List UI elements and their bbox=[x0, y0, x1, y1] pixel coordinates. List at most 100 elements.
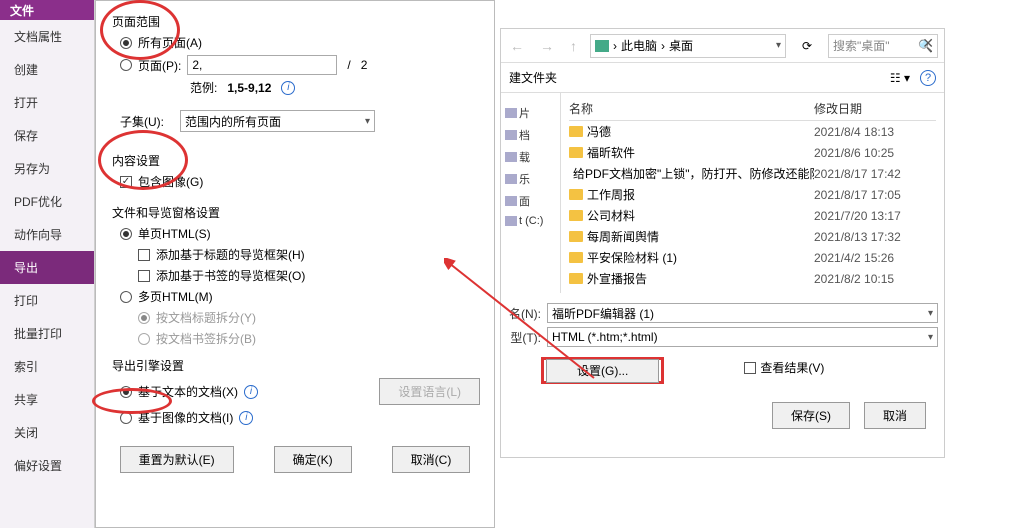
file-row[interactable]: 公司材料2021/7/20 13:17 bbox=[569, 205, 936, 226]
sidebar-item[interactable]: PDF优化 bbox=[0, 185, 94, 218]
info-icon[interactable]: i bbox=[244, 385, 258, 399]
cancel-button[interactable]: 取消 bbox=[864, 402, 926, 429]
file-row[interactable]: 外宣播报告2021/8/2 10:15 bbox=[569, 268, 936, 289]
drive-icon bbox=[505, 130, 517, 140]
close-icon[interactable]: ✕ bbox=[922, 35, 934, 52]
folder-icon bbox=[569, 126, 583, 137]
ok-button[interactable]: 确定(K) bbox=[274, 446, 352, 473]
nav-up-icon[interactable]: ↑ bbox=[567, 38, 580, 54]
sidebar-item[interactable]: 打印 bbox=[0, 284, 94, 317]
save-button[interactable]: 保存(S) bbox=[772, 402, 850, 429]
save-dialog: ✕ ← → ↑ › 此电脑 › 桌面 ▾ ⟳ 搜索"桌面"🔍 建文件夹 ☷ ▾ … bbox=[500, 28, 945, 458]
tree-item[interactable]: 片 bbox=[505, 105, 556, 121]
sidebar-item[interactable]: 动作向导 bbox=[0, 218, 94, 251]
radio-split-title bbox=[138, 312, 150, 324]
radio-single-html[interactable] bbox=[120, 228, 132, 240]
image-engine-label: 基于图像的文档(I) bbox=[138, 409, 233, 426]
include-images-checkbox[interactable] bbox=[120, 176, 132, 188]
nav-fwd-icon[interactable]: → bbox=[537, 38, 557, 54]
help-icon[interactable]: ? bbox=[920, 70, 936, 86]
split-bookmark-label: 按文档书签拆分(B) bbox=[156, 330, 256, 347]
nav-settings-title: 文件和导览窗格设置 bbox=[112, 204, 480, 221]
subset-select[interactable]: 范围内的所有页面▾ bbox=[180, 110, 375, 132]
nav-back-icon[interactable]: ← bbox=[507, 38, 527, 54]
sidebar-item[interactable]: 另存为 bbox=[0, 152, 94, 185]
filetype-select[interactable]: HTML (*.htm;*.html)▾ bbox=[547, 327, 938, 347]
info-icon[interactable]: i bbox=[281, 81, 295, 95]
file-tree[interactable]: 片档载乐面 t (C:) bbox=[501, 93, 561, 293]
all-pages-label: 所有页面(A) bbox=[138, 34, 202, 51]
content-settings-title: 内容设置 bbox=[112, 152, 480, 169]
file-list-header[interactable]: 名称修改日期 bbox=[569, 97, 936, 121]
view-result-label: 查看结果(V) bbox=[760, 359, 824, 376]
nav-headings-checkbox[interactable] bbox=[138, 249, 150, 261]
page-sep: / bbox=[347, 58, 350, 72]
radio-text-engine[interactable] bbox=[120, 386, 132, 398]
radio-multi-html[interactable] bbox=[120, 291, 132, 303]
sidebar-item[interactable]: 偏好设置 bbox=[0, 449, 94, 482]
file-row[interactable]: 冯德2021/8/4 18:13 bbox=[569, 121, 936, 142]
page-scope-title: 页面范围 bbox=[112, 13, 480, 30]
folder-icon bbox=[569, 231, 583, 242]
drive-icon bbox=[505, 108, 517, 118]
sidebar-item[interactable]: 保存 bbox=[0, 119, 94, 152]
filename-input[interactable]: 福昕PDF编辑器 (1)▾ bbox=[547, 303, 938, 323]
breadcrumb[interactable]: › 此电脑 › 桌面 ▾ bbox=[590, 34, 786, 58]
radio-all-pages[interactable] bbox=[120, 37, 132, 49]
sidebar-item[interactable]: 导出 bbox=[0, 251, 94, 284]
pages-input[interactable] bbox=[187, 55, 337, 75]
settings-button[interactable]: 设置(G)... bbox=[546, 359, 659, 383]
sidebar-item[interactable]: 文档属性 bbox=[0, 20, 94, 53]
tree-item[interactable]: t (C:) bbox=[505, 215, 556, 227]
engine-title: 导出引擎设置 bbox=[112, 357, 480, 374]
page-total: 2 bbox=[361, 58, 368, 72]
example-value: 1,5-9,12 bbox=[227, 81, 271, 95]
chevron-down-icon: ▾ bbox=[928, 308, 933, 319]
tree-item[interactable]: 档 bbox=[505, 127, 556, 143]
file-row[interactable]: 行业案例库2021/4/23 10:06 bbox=[569, 289, 936, 293]
folder-icon bbox=[569, 210, 583, 221]
sidebar-item[interactable]: 创建 bbox=[0, 53, 94, 86]
file-row[interactable]: 给PDF文档加密"上锁"，防打开、防修改还能防…2021/8/17 17:42 bbox=[569, 163, 936, 184]
annotation-box: 设置(G)... bbox=[541, 357, 664, 384]
file-row[interactable]: 平安保险材料 (1)2021/4/2 15:26 bbox=[569, 247, 936, 268]
include-images-label: 包含图像(G) bbox=[138, 173, 203, 190]
cancel-button[interactable]: 取消(C) bbox=[392, 446, 471, 473]
nav-bookmarks-label: 添加基于书签的导览框架(O) bbox=[156, 267, 305, 284]
tree-item[interactable]: 载 bbox=[505, 149, 556, 165]
refresh-icon[interactable]: ⟳ bbox=[796, 35, 818, 57]
sidebar-item[interactable]: 共享 bbox=[0, 383, 94, 416]
sidebar-item[interactable]: 关闭 bbox=[0, 416, 94, 449]
radio-image-engine[interactable] bbox=[120, 412, 132, 424]
file-row[interactable]: 每周新闻舆情2021/8/13 17:32 bbox=[569, 226, 936, 247]
single-html-label: 单页HTML(S) bbox=[138, 225, 211, 242]
new-folder-button[interactable]: 建文件夹 bbox=[509, 69, 557, 86]
sidebar-header: 文件 bbox=[0, 0, 94, 20]
filename-label: 名(N): bbox=[507, 305, 541, 322]
text-engine-label: 基于文本的文档(X) bbox=[138, 383, 238, 400]
subset-label: 子集(U): bbox=[120, 113, 174, 130]
folder-icon bbox=[569, 273, 583, 284]
pc-icon bbox=[595, 40, 609, 52]
drive-icon bbox=[505, 196, 517, 206]
tree-item[interactable]: 乐 bbox=[505, 171, 556, 187]
nav-bookmarks-checkbox[interactable] bbox=[138, 270, 150, 282]
sidebar-item[interactable]: 打开 bbox=[0, 86, 94, 119]
chevron-down-icon: ▾ bbox=[776, 40, 781, 51]
folder-icon bbox=[569, 147, 583, 158]
file-row[interactable]: 福昕软件2021/8/6 10:25 bbox=[569, 142, 936, 163]
file-row[interactable]: 工作周报2021/8/17 17:05 bbox=[569, 184, 936, 205]
example-label: 范例: bbox=[190, 79, 217, 96]
sidebar-item[interactable]: 索引 bbox=[0, 350, 94, 383]
sidebar-item[interactable]: 批量打印 bbox=[0, 317, 94, 350]
nav-headings-label: 添加基于标题的导览框架(H) bbox=[156, 246, 305, 263]
folder-icon bbox=[569, 252, 583, 263]
info-icon[interactable]: i bbox=[239, 411, 253, 425]
split-title-label: 按文档标题拆分(Y) bbox=[156, 309, 256, 326]
tree-item[interactable]: 面 bbox=[505, 193, 556, 209]
radio-pages[interactable] bbox=[120, 59, 132, 71]
chevron-down-icon: ▾ bbox=[928, 332, 933, 343]
view-result-checkbox[interactable] bbox=[744, 362, 756, 374]
reset-button[interactable]: 重置为默认(E) bbox=[120, 446, 234, 473]
view-options-icon[interactable]: ☷ ▾ bbox=[890, 71, 910, 85]
